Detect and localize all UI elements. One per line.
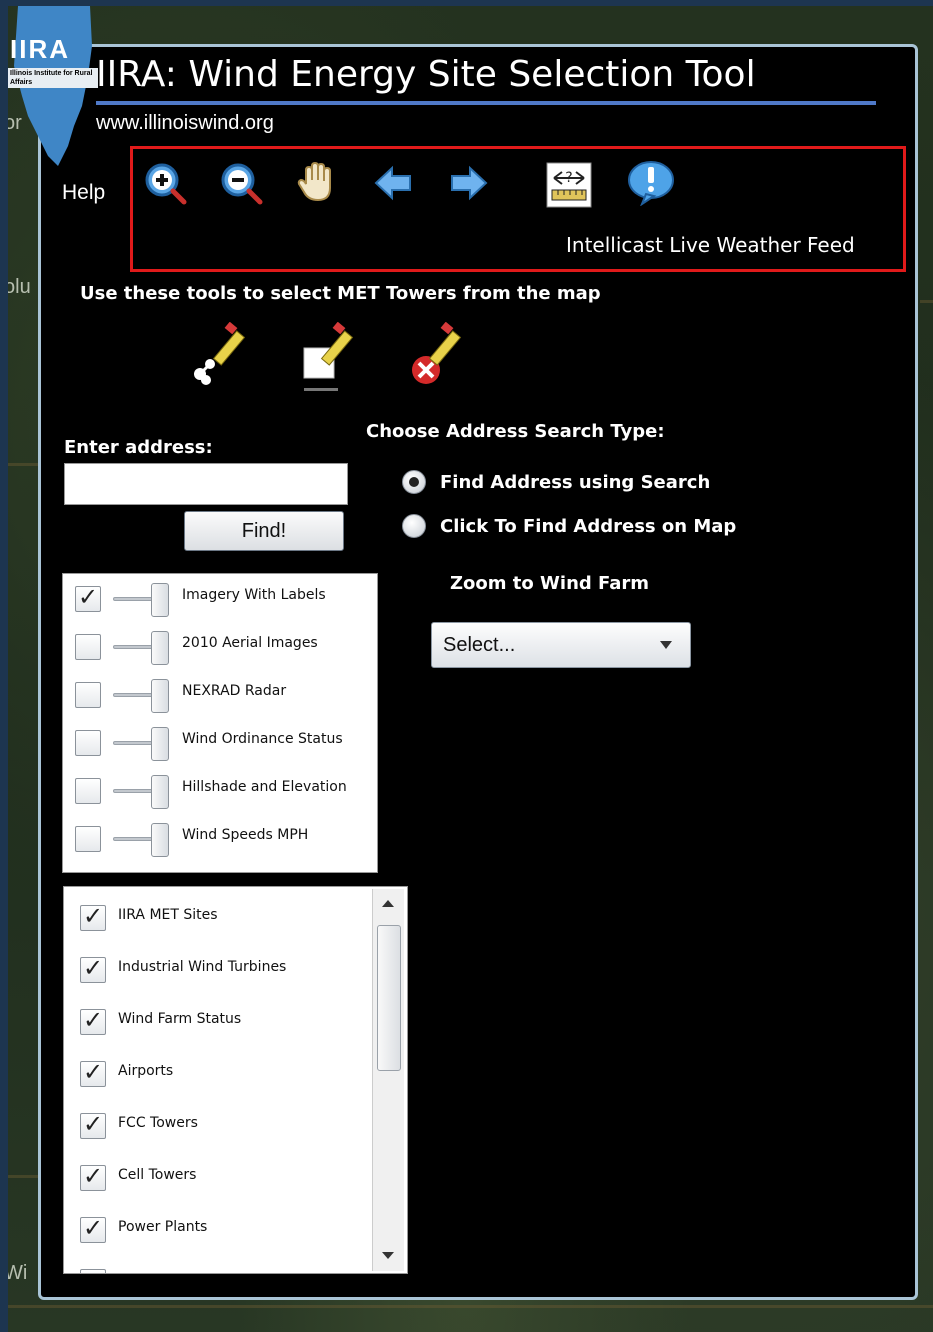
layer-checkbox[interactable] [75,730,101,756]
base-layer-row: 2010 Aerial Images [63,629,379,669]
radio-label: Click To Find Address on Map [440,515,737,537]
layer-label: Industrial Wind Turbines [118,959,287,975]
base-layer-row: Hillshade and Elevation [63,773,379,813]
forward-arrow-icon[interactable] [446,160,492,206]
layer-label: NEXRAD Radar [182,683,287,699]
overlay-layer-row: Power Plants [64,1211,374,1251]
layer-label: 2010 Aerial Images [182,635,318,651]
wind-farm-select-value: Select... [443,633,516,656]
layer-label: Power Plants [118,1219,208,1235]
select-by-point-icon[interactable] [190,321,254,392]
radio-click-on-map[interactable]: Click To Find Address on Map [402,514,736,538]
radio-button[interactable] [402,470,426,494]
layer-label: Airports [118,1063,174,1079]
layer-checkbox[interactable] [80,954,106,983]
opacity-slider-thumb[interactable] [151,727,169,761]
find-button[interactable]: Find! [184,511,344,551]
site-url: www.illinoiswind.org [96,112,274,134]
pan-hand-icon[interactable] [294,160,340,206]
layer-checkbox[interactable] [75,682,101,708]
select-tools-label: Use these tools to select MET Towers fro… [80,283,601,304]
radio-label: Find Address using Search [440,471,711,493]
layer-label: Imagery With Labels [182,587,326,603]
opacity-slider-thumb[interactable] [151,583,169,617]
search-type-label: Choose Address Search Type: [366,421,665,442]
layer-label: Cell Towers [118,1167,197,1183]
address-label: Enter address: [64,437,213,458]
radio-button[interactable] [402,514,426,538]
opacity-slider-thumb[interactable] [151,631,169,665]
logo-subtitle: Illinois Institute for Rural Affairs [8,68,98,88]
opacity-slider-thumb[interactable] [151,823,169,857]
overlay-layer-row: Cell Towers [64,1159,374,1199]
overlay-layer-row: FCC Towers [64,1107,374,1147]
layer-checkbox[interactable] [75,583,101,612]
base-layer-row: Wind Speeds MPH [63,821,379,861]
layer-checkbox[interactable] [75,634,101,660]
chevron-down-icon [660,641,672,649]
base-layer-row: NEXRAD Radar [63,677,379,717]
zoom-wind-farm-label: Zoom to Wind Farm [450,573,650,594]
info-icon[interactable] [626,160,674,207]
layer-checkbox[interactable] [75,826,101,852]
layer-checkbox[interactable] [80,1006,106,1035]
scrollbar-thumb[interactable] [377,925,401,1071]
radio-find-by-search[interactable]: Find Address using Search [402,470,710,494]
layer-label: IIRA MET Sites [118,907,218,923]
overlay-layers-panel: IIRA MET Sites Industrial Wind Turbines … [63,886,408,1274]
layer-label: Wind Ordinance Status [182,731,343,747]
base-layer-row: Wind Ordinance Status [63,725,379,765]
clear-selection-icon[interactable] [406,321,470,392]
opacity-slider-thumb[interactable] [151,679,169,713]
overlay-layer-row: Industrial Wind Turbines [64,951,374,991]
layer-label: FCC Towers [118,1115,198,1131]
map-left-edge [0,0,8,1332]
title-underline [96,101,876,105]
scroll-up-button[interactable] [373,889,404,919]
overlay-scrollbar[interactable] [372,889,404,1271]
layer-label: Wind Speeds MPH [182,827,309,843]
opacity-slider-thumb[interactable] [151,775,169,809]
map-road [920,300,933,303]
wind-farm-select[interactable]: Select... [431,622,691,668]
zoom-out-icon[interactable] [218,160,264,206]
overlay-layer-row-partial [64,1263,374,1273]
overlay-layer-row: IIRA MET Sites [64,899,374,939]
layer-checkbox[interactable] [80,1058,106,1087]
logo-text: IIRA [10,34,70,64]
map-top-edge [0,0,933,6]
layer-checkbox[interactable] [80,902,106,931]
base-layers-panel: Imagery With Labels 2010 Aerial Images N… [62,573,378,873]
back-arrow-icon[interactable] [370,160,416,206]
overlay-layer-row: Airports [64,1055,374,1095]
map-label: olu [4,276,31,298]
overlay-layer-row: Wind Farm Status [64,1003,374,1043]
layer-checkbox[interactable] [80,1214,106,1243]
help-link[interactable]: Help [62,181,105,205]
select-by-rectangle-icon[interactable] [298,321,362,392]
layer-label: Wind Farm Status [118,1011,242,1027]
layer-checkbox[interactable] [80,1162,106,1191]
base-layer-row: Imagery With Labels [63,581,379,621]
layer-checkbox[interactable] [80,1110,106,1139]
zoom-in-icon[interactable] [142,160,188,206]
layer-label: Hillshade and Elevation [182,779,347,795]
scroll-down-button[interactable] [373,1241,404,1271]
weather-feed-link[interactable]: Intellicast Live Weather Feed [566,233,855,257]
page-title: IIRA: Wind Energy Site Selection Tool [96,54,756,95]
layer-checkbox[interactable] [75,778,101,804]
map-road [0,1305,933,1308]
layer-checkbox[interactable] [80,1269,106,1273]
address-input[interactable] [64,463,348,505]
measure-icon[interactable]: ? [546,162,592,208]
